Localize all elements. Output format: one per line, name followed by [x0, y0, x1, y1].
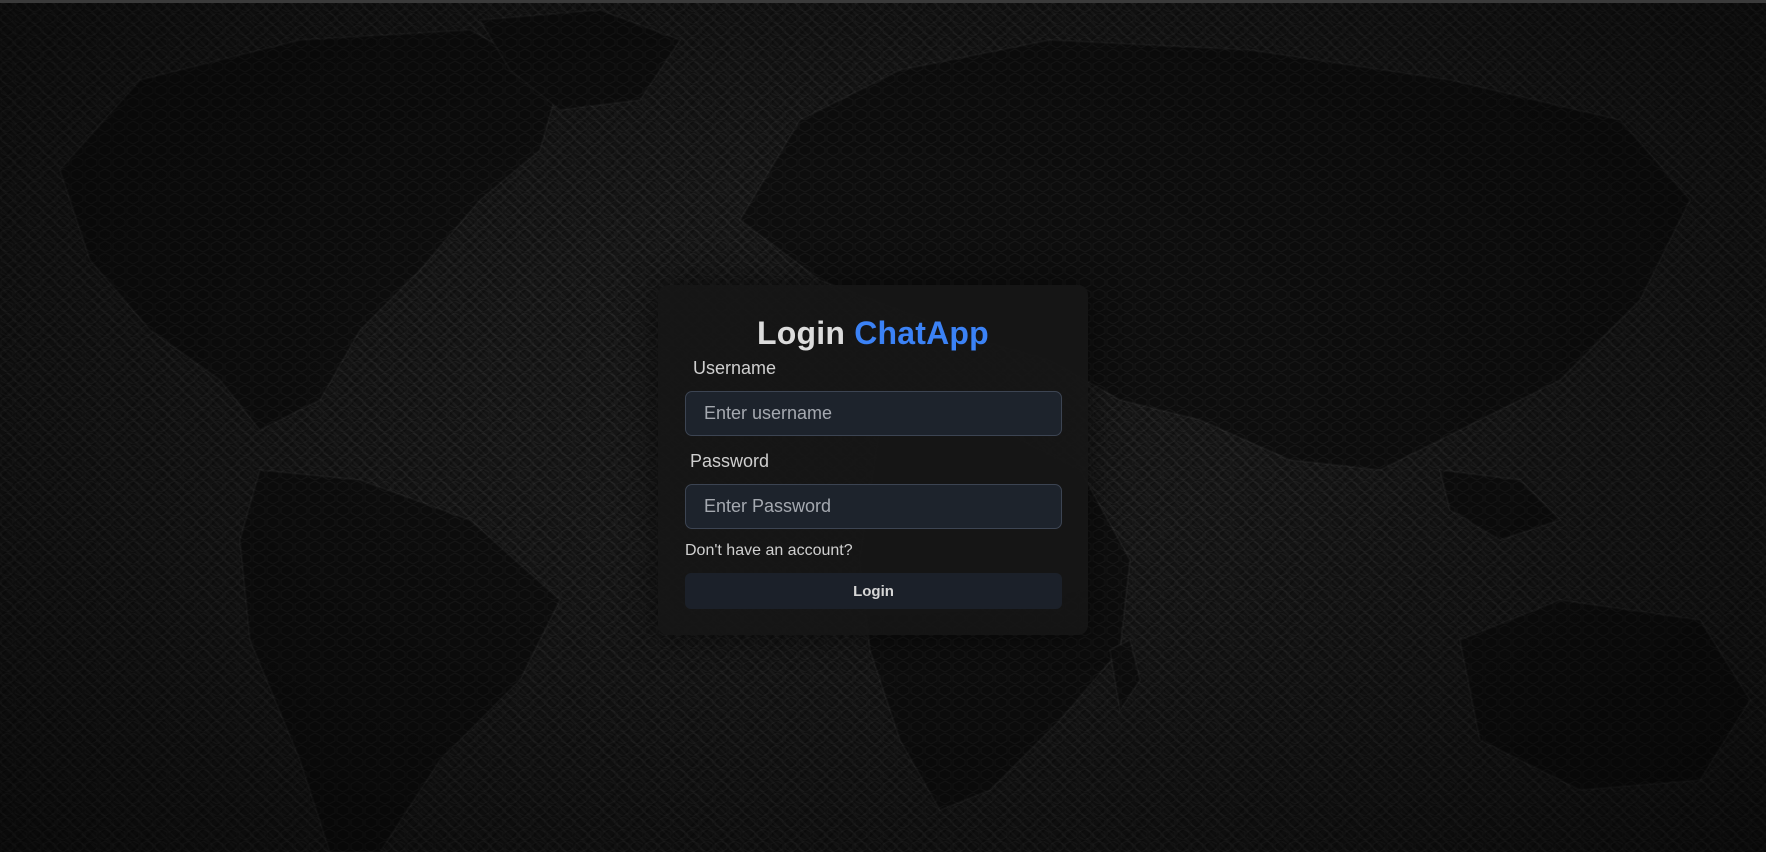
title-prefix: Login	[757, 315, 846, 351]
top-border	[0, 0, 1766, 3]
brand-name: ChatApp	[854, 315, 989, 351]
login-page: Login ChatApp Username Password Don't ha…	[0, 0, 1766, 852]
username-label: Username	[693, 358, 777, 378]
page-title: Login ChatApp	[685, 313, 1061, 353]
username-input[interactable]	[685, 391, 1062, 436]
password-label: Password	[690, 451, 770, 471]
login-button[interactable]: Login	[685, 573, 1062, 609]
signup-link[interactable]: Don't have an account?	[685, 541, 853, 561]
login-card: Login ChatApp Username Password Don't ha…	[658, 285, 1088, 635]
password-input[interactable]	[685, 484, 1062, 529]
